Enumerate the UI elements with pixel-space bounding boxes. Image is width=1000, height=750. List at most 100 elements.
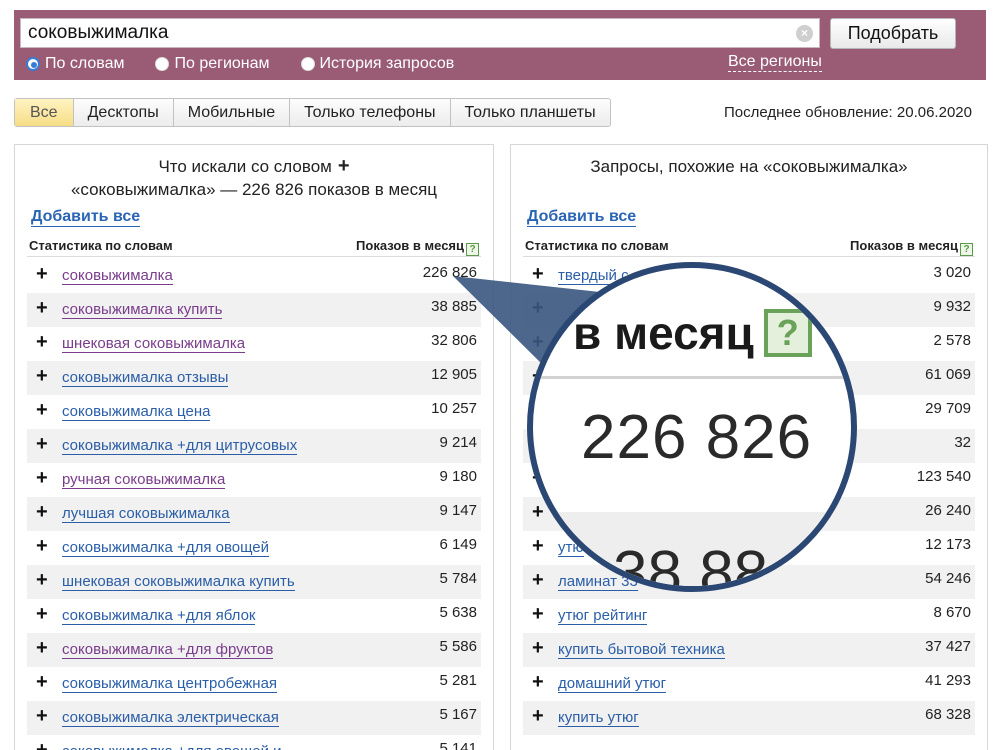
- table-row: + соковыжималка купить 38 885: [27, 293, 481, 327]
- all-regions-link[interactable]: Все регионы: [728, 52, 822, 72]
- phrase-link[interactable]: соковыжималка центробежная: [62, 676, 278, 693]
- tab-mobile[interactable]: Мобильные: [174, 99, 291, 126]
- add-phrase-icon[interactable]: +: [36, 294, 48, 322]
- add-phrase-icon[interactable]: +: [36, 566, 48, 594]
- column-count: Показов в месяц?: [356, 238, 479, 256]
- add-phrase-icon[interactable]: +: [532, 294, 544, 322]
- phrase-link[interactable]: домашний утюг: [558, 676, 667, 693]
- add-phrase-icon[interactable]: +: [36, 498, 48, 526]
- phrase-link[interactable]: шнековая соковыжималка купить: [62, 574, 295, 591]
- impressions-count: 6 149: [439, 536, 477, 553]
- add-all-link[interactable]: Добавить все: [527, 208, 637, 227]
- clear-icon[interactable]: ×: [796, 25, 813, 42]
- impressions-count: 9 147: [439, 502, 477, 519]
- impressions-count: 5 281: [439, 672, 477, 689]
- add-phrase-icon[interactable]: +: [36, 736, 48, 750]
- add-phrase-icon[interactable]: +: [36, 600, 48, 628]
- phrase-link[interactable]: купить утюг: [558, 710, 639, 727]
- title-line-2: «соковыжималка» — 226 826 показов в меся…: [70, 180, 438, 199]
- search-bar: соковыжималка × Подобрать По словам По р…: [14, 10, 986, 80]
- impressions-count: 8 670: [933, 604, 971, 621]
- table-row: + домашний утюг 41 293: [523, 667, 975, 701]
- search-input[interactable]: соковыжималка ×: [20, 18, 820, 48]
- add-phrase-icon[interactable]: +: [36, 634, 48, 662]
- radio-icon[interactable]: [155, 57, 170, 71]
- add-phrase-icon[interactable]: +: [36, 396, 48, 424]
- divider: [533, 376, 851, 379]
- phrase-link[interactable]: соковыжималка +для фруктов: [62, 642, 274, 659]
- mode-label: По регионам: [174, 55, 270, 72]
- phrase-link[interactable]: ручная соковыжималка: [62, 472, 226, 489]
- add-all-link[interactable]: Добавить все: [31, 208, 141, 227]
- impressions-count: 12 173: [925, 536, 971, 553]
- search-query[interactable]: соковыжималка: [28, 22, 168, 43]
- impressions-count: 54 246: [925, 570, 971, 587]
- phrase-link[interactable]: шнековая соковыжималка: [62, 336, 246, 353]
- table-row: + соковыжималка электрическая 5 167: [27, 701, 481, 735]
- add-phrase-icon[interactable]: +: [36, 532, 48, 560]
- impressions-count: 5 167: [439, 706, 477, 723]
- phrase-link[interactable]: купить бытовой техника: [558, 642, 725, 659]
- title-line-1: Что искали со словом: [158, 157, 332, 176]
- add-phrase-icon[interactable]: +: [532, 668, 544, 696]
- impressions-count: 123 540: [916, 468, 971, 485]
- add-phrase-icon[interactable]: +: [36, 260, 48, 288]
- phrase-link[interactable]: соковыжималка отзывы: [62, 370, 229, 387]
- add-phrase-icon[interactable]: +: [36, 328, 48, 356]
- impressions-count: 61 069: [925, 366, 971, 383]
- help-icon[interactable]: ?: [960, 243, 973, 256]
- impressions-count: 5 784: [439, 570, 477, 587]
- search-mode-group: По словам По регионам История запросов: [26, 53, 485, 75]
- phrase-link[interactable]: соковыжималка +для цитрусовых: [62, 438, 298, 455]
- add-phrase-icon[interactable]: +: [532, 328, 544, 356]
- phrase-link[interactable]: утюг рейтинг: [558, 608, 648, 625]
- table-row: + шнековая соковыжималка 32 806: [27, 327, 481, 361]
- column-count-label: Показов в месяц: [850, 238, 958, 253]
- radio-selected-icon[interactable]: [26, 57, 40, 71]
- help-icon[interactable]: ?: [466, 243, 479, 256]
- tab-desktops[interactable]: Десктопы: [74, 99, 174, 126]
- add-phrase-icon[interactable]: +: [532, 702, 544, 730]
- add-phrase-icon[interactable]: +: [532, 260, 544, 288]
- phrase-link[interactable]: соковыжималка +для яблок: [62, 608, 256, 625]
- phrase-link[interactable]: соковыжималка цена: [62, 404, 211, 421]
- phrase-link[interactable]: лучшая соковыжималка: [62, 506, 230, 523]
- tab-phones-only[interactable]: Только телефоны: [290, 99, 451, 126]
- impressions-count: 9 180: [439, 468, 477, 485]
- column-count: Показов в месяц?: [850, 238, 973, 256]
- impressions-count: 9 932: [933, 298, 971, 315]
- panel-title: Запросы, похожие на «соковыжималка»: [511, 155, 987, 178]
- tab-tablets-only[interactable]: Только планшеты: [451, 99, 610, 126]
- table-row: + соковыжималка +для цитрусовых 9 214: [27, 429, 481, 463]
- column-phrase: Статистика по словам: [29, 238, 173, 253]
- table-row: + соковыжималка +для овощей и 5 141: [27, 735, 481, 750]
- add-phrase-icon[interactable]: +: [36, 362, 48, 390]
- radio-icon[interactable]: [300, 57, 315, 71]
- add-phrase-icon[interactable]: +: [36, 464, 48, 492]
- add-phrase-icon[interactable]: +: [36, 430, 48, 458]
- phrase-link[interactable]: соковыжималка: [62, 268, 173, 285]
- add-phrase-icon[interactable]: +: [36, 668, 48, 696]
- impressions-count: 26 240: [925, 502, 971, 519]
- phrase-link[interactable]: соковыжималка электрическая: [62, 710, 279, 727]
- impressions-count: 29 709: [925, 400, 971, 417]
- add-phrase-icon[interactable]: +: [532, 634, 544, 662]
- mode-history[interactable]: История запросов: [300, 55, 454, 73]
- table-header: Статистика по словам Показов в месяц?: [27, 237, 481, 257]
- last-update-text: Последнее обновление: 20.06.2020: [724, 104, 972, 121]
- impressions-count: 41 293: [925, 672, 971, 689]
- impressions-count: 12 905: [431, 366, 477, 383]
- magnified-header-word: месяц: [614, 307, 754, 359]
- submit-button[interactable]: Подобрать: [830, 18, 956, 49]
- mode-by-words[interactable]: По словам: [26, 55, 124, 73]
- add-phrase-icon[interactable]: +: [36, 702, 48, 730]
- plus-icon[interactable]: +: [338, 155, 350, 177]
- phrase-link[interactable]: соковыжималка купить: [62, 302, 223, 319]
- left-panel: Что искали со словом + «соковыжималка» — …: [14, 144, 494, 750]
- table-row: + шнековая соковыжималка купить 5 784: [27, 565, 481, 599]
- add-phrase-icon[interactable]: +: [532, 600, 544, 628]
- phrase-link[interactable]: соковыжималка +для овощей: [62, 540, 269, 557]
- mode-by-regions[interactable]: По регионам: [155, 55, 270, 73]
- phrase-link[interactable]: соковыжималка +для овощей и: [62, 744, 282, 750]
- tab-all[interactable]: Все: [15, 99, 74, 126]
